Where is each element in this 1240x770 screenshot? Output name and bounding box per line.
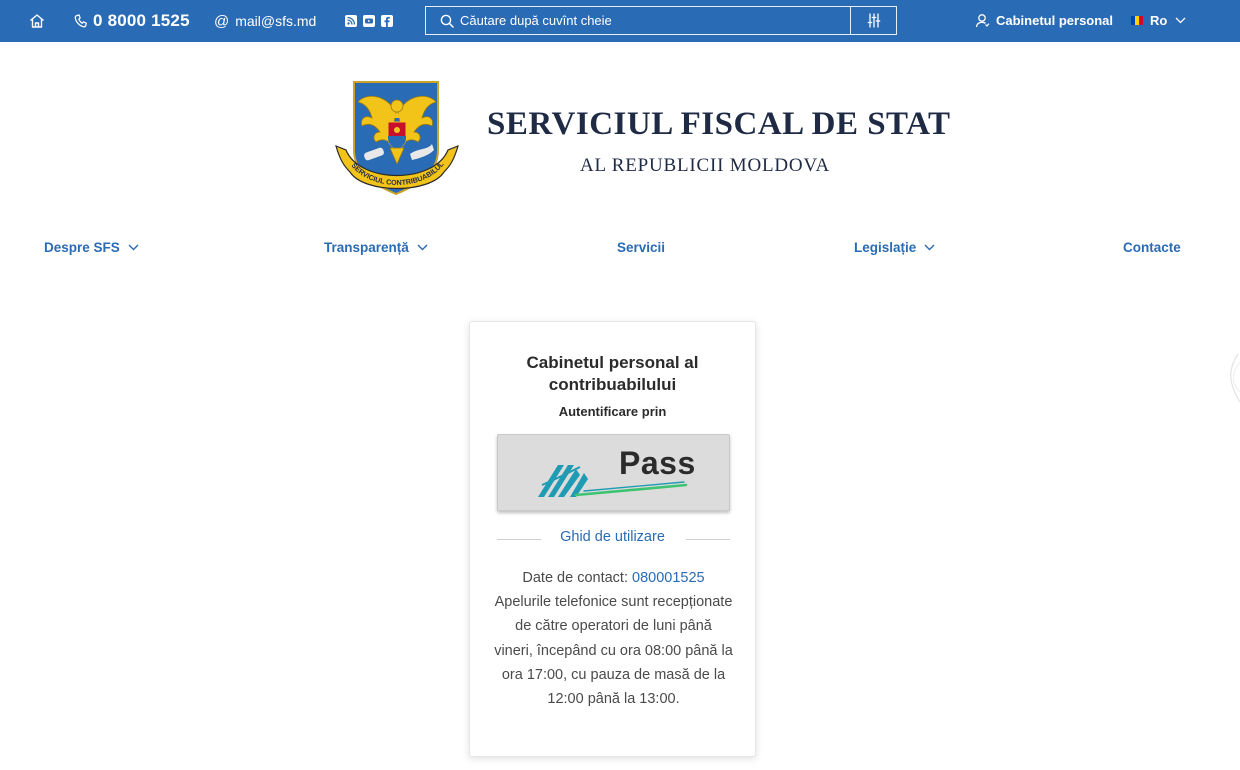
search-input[interactable] [460, 7, 850, 34]
contact-prefix: Date de contact: [522, 570, 628, 586]
rss-icon[interactable] [345, 15, 357, 27]
language-label: Ro [1150, 13, 1168, 28]
nav-label: Contacte [1123, 240, 1181, 255]
user-icon [975, 14, 990, 28]
nav-label: Transparență [324, 240, 409, 255]
youtube-icon[interactable] [363, 15, 375, 27]
nav-label: Legislație [854, 240, 917, 255]
chevron-down-icon [128, 244, 139, 251]
phone-link[interactable]: 0 8000 1525 [74, 11, 190, 31]
chevron-down-icon [417, 244, 428, 251]
card-title: Cabinetul personal al contribuabilului [526, 353, 699, 394]
home-icon[interactable] [28, 12, 46, 30]
contact-hours-note: Apelurile telefonice sunt recepționate d… [494, 594, 733, 708]
search-bar [425, 6, 897, 35]
personal-cabinet-label: Cabinetul personal [996, 13, 1114, 28]
coat-of-arms-logo[interactable]: ÎN SERVICIUL CONTRIBUABILULUI [334, 80, 460, 202]
advanced-search-button[interactable] [850, 7, 896, 34]
moldova-flag-icon [1131, 16, 1143, 25]
nav-contacte[interactable]: Contacte [1123, 240, 1181, 255]
chevron-down-icon [1175, 17, 1186, 24]
email-address: mail@sfs.md [235, 13, 317, 29]
organization-subtitle: AL REPUBLICII MOLDOVA [579, 155, 831, 176]
contact-phone-link[interactable]: 080001525 [632, 570, 705, 586]
contact-info: Date de contact: 080001525 Apelurile tel… [494, 566, 733, 711]
user-guide-link[interactable]: Ghid de utilizare [470, 529, 755, 545]
nav-legislatie[interactable]: Legislație [854, 240, 935, 255]
login-card: Cabinetul personal al contribuabilului A… [469, 321, 756, 757]
social-links [345, 15, 393, 27]
nav-despre-sfs[interactable]: Despre SFS [44, 240, 139, 255]
mpass-login-button[interactable]: Pass [497, 434, 730, 511]
nav-servicii[interactable]: Servicii [617, 240, 665, 255]
phone-icon [74, 14, 87, 28]
personal-cabinet-link[interactable]: Cabinetul personal [975, 13, 1113, 28]
language-selector[interactable]: Ro [1131, 13, 1186, 28]
nav-label: Despre SFS [44, 240, 120, 255]
mpass-label: Pass [619, 445, 696, 481]
side-decoration-icon [1230, 353, 1240, 403]
auth-label: Autentificare prin [558, 404, 667, 419]
nav-transparenta[interactable]: Transparență [324, 240, 428, 255]
at-icon: @ [214, 12, 230, 30]
divider [686, 539, 730, 540]
phone-number: 0 8000 1525 [93, 11, 190, 30]
organization-title: SERVICIUL FISCAL DE STAT [487, 106, 951, 142]
facebook-icon[interactable] [381, 15, 393, 27]
sliders-icon [867, 13, 880, 28]
search-icon [440, 14, 454, 28]
nav-label: Servicii [617, 240, 666, 255]
top-bar: 0 8000 1525 @ mail@sfs.md Căutare după c… [0, 0, 1240, 42]
chevron-down-icon [924, 244, 935, 251]
email-link[interactable]: @ mail@sfs.md [214, 12, 316, 30]
